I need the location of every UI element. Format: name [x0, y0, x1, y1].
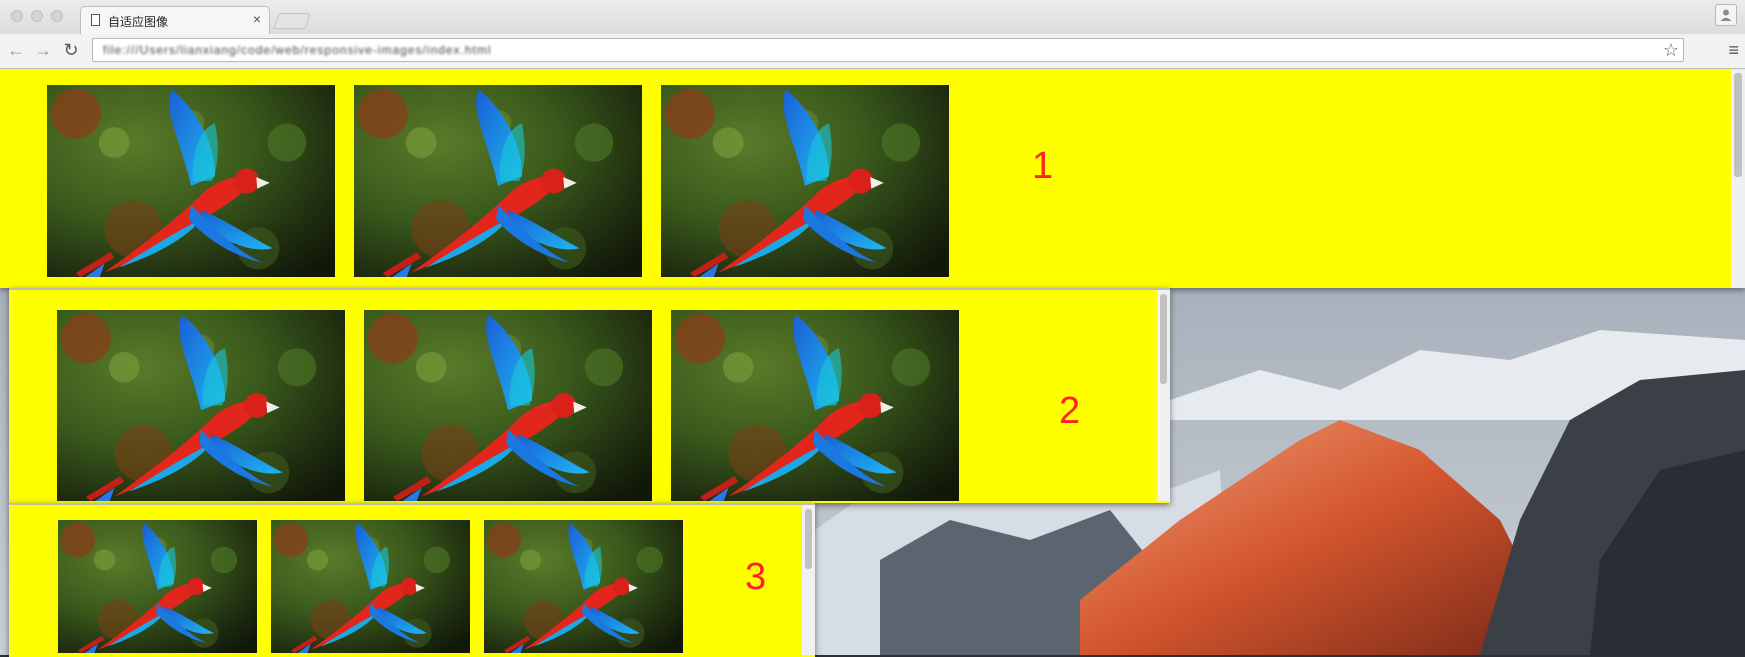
scrollbar-thumb[interactable]	[1160, 294, 1167, 384]
forward-arrow-icon[interactable]: →	[32, 39, 54, 61]
parrot-image	[354, 85, 642, 277]
vertical-scrollbar[interactable]	[1731, 69, 1745, 288]
parrot-image	[661, 85, 949, 277]
scrollbar-thumb[interactable]	[1734, 73, 1742, 177]
close-window-button[interactable]	[11, 10, 23, 22]
parrot-image	[484, 520, 683, 653]
title-bar: 自适应图像 ×	[0, 0, 1745, 35]
minimize-window-button[interactable]	[31, 10, 43, 22]
panel-number: 2	[1059, 390, 1081, 432]
page-content-1: 1	[0, 69, 1731, 288]
panel-number: 1	[1032, 145, 1054, 187]
address-url: file:///Users/lianxiang/code/web/respons…	[103, 43, 492, 57]
tab-active[interactable]: 自适应图像 ×	[80, 6, 270, 34]
browser-window-2: 2	[9, 288, 1170, 503]
parrot-image	[57, 310, 345, 501]
bookmark-star-icon[interactable]: ☆	[1663, 40, 1679, 61]
parrot-image	[271, 520, 470, 653]
parrot-image	[58, 520, 257, 653]
vertical-scrollbar[interactable]	[802, 505, 815, 655]
zoom-window-button[interactable]	[51, 10, 63, 22]
vertical-scrollbar[interactable]	[1157, 290, 1170, 501]
person-icon[interactable]	[1715, 4, 1737, 26]
tab-title: 自适应图像	[108, 15, 169, 29]
address-bar[interactable]: file:///Users/lianxiang/code/web/respons…	[92, 38, 1684, 62]
parrot-image	[364, 310, 652, 501]
browser-window-1: 自适应图像 × ← → ↻ file:///Users/lianxiang/co…	[0, 0, 1745, 288]
parrot-image	[671, 310, 959, 501]
document-icon	[91, 14, 100, 26]
hamburger-menu-icon[interactable]: ≡	[1728, 40, 1739, 61]
panel-number: 3	[745, 556, 767, 598]
scrollbar-thumb[interactable]	[805, 509, 812, 569]
tab-close-icon[interactable]: ×	[253, 11, 261, 27]
parrot-image	[47, 85, 335, 277]
browser-toolbar: ← → ↻ file:///Users/lianxiang/code/web/r…	[0, 34, 1745, 69]
reload-icon[interactable]: ↻	[60, 39, 82, 61]
browser-window-3: 3	[9, 503, 815, 657]
back-arrow-icon[interactable]: ←	[5, 39, 27, 61]
new-tab-button[interactable]	[273, 13, 311, 29]
